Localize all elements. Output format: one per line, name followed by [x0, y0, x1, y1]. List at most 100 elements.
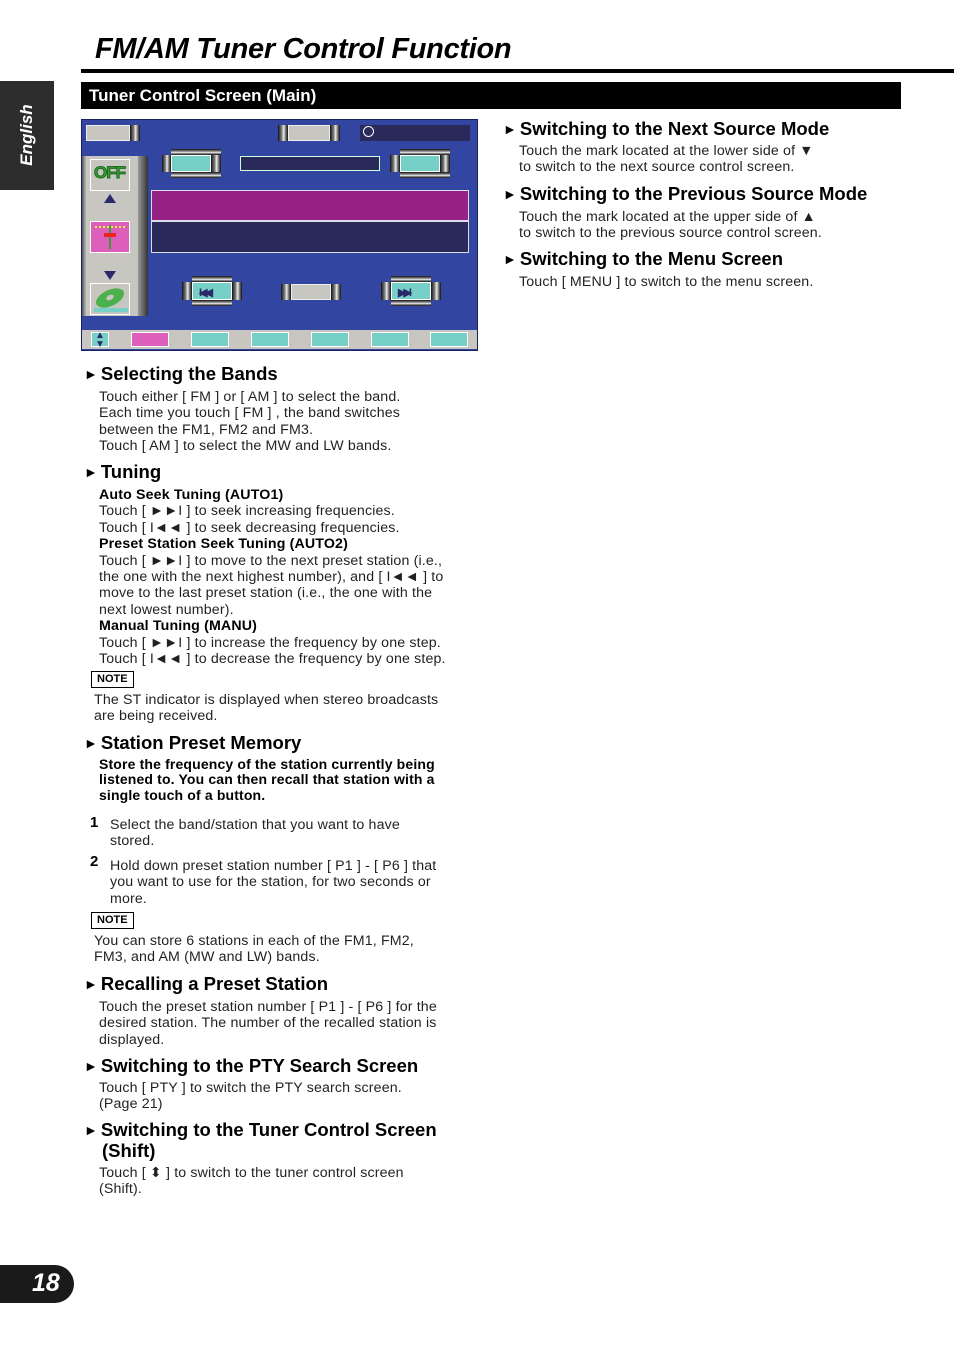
top-left-button[interactable]	[86, 125, 130, 141]
bullet-arrow-icon: ►	[503, 251, 517, 267]
pty-button[interactable]	[291, 284, 331, 300]
body-tuner-shift: Touch [ ⬍ ] to switch to the tuner contr…	[99, 1165, 404, 1198]
text-line: Touch [ I◄◄ ] to seek decreasing frequen…	[99, 519, 400, 536]
heading-text: Switching to the Previous Source Mode	[519, 183, 868, 204]
button-bezel	[400, 172, 450, 178]
text-line: Touch the mark located at the lower side…	[519, 143, 814, 159]
heading-text: Switching to the Next Source Mode	[519, 118, 830, 139]
up-arrow-icon[interactable]	[104, 194, 116, 203]
shift-icon: ▲ ▼	[95, 330, 105, 350]
text-line: the one with the next highest number), a…	[99, 569, 444, 586]
shift-button[interactable]: ▲ ▼	[91, 330, 109, 350]
text-line: to switch to the previous source control…	[519, 225, 822, 242]
heading-previous-source: ► Switching to the Previous Source Mode	[503, 183, 867, 205]
preset-button-p2[interactable]	[191, 332, 229, 347]
antenna-base	[104, 233, 116, 237]
button-bezel	[211, 155, 221, 172]
menu-button[interactable]	[288, 125, 330, 141]
preset-button-p3[interactable]	[251, 332, 289, 347]
text-line: Touch either [ FM ] or [ AM ] to select …	[99, 389, 401, 405]
heading-text: Station Preset Memory	[100, 732, 302, 753]
text-line: displayed.	[99, 1031, 165, 1048]
preset-button-p4[interactable]	[311, 332, 349, 347]
button-bezel	[431, 282, 441, 300]
station-info-display	[151, 221, 469, 253]
subheading-auto1: Auto Seek Tuning (AUTO1)	[99, 487, 284, 503]
button-bezel	[440, 155, 450, 172]
body-next-source: Touch the mark located at the lower side…	[519, 143, 813, 176]
seek-back-icon: I◀◀	[199, 287, 213, 299]
tuner-antenna-icon[interactable]	[90, 221, 130, 253]
seek-forward-button[interactable]: ▶▶I	[391, 282, 431, 300]
button-bezel	[281, 284, 291, 300]
side-panel-edge	[138, 156, 148, 316]
fm-button[interactable]	[171, 155, 211, 172]
tuner-screen-illustration: OFF I◀◀ ▶▶I ▲ ▼	[81, 119, 478, 351]
text-line: Select the band/station that you want to…	[110, 817, 400, 833]
heading-menu-screen: ► Switching to the Menu Screen	[503, 248, 783, 270]
disc-icon[interactable]	[90, 283, 130, 315]
bullet-arrow-icon: ►	[84, 464, 98, 480]
bullet-arrow-icon: ►	[84, 976, 98, 992]
bullet-arrow-icon: ►	[84, 366, 98, 382]
clock-icon	[363, 126, 374, 137]
heading-text: (Shift)	[102, 1140, 156, 1161]
band-display	[240, 156, 380, 171]
bullet-arrow-icon: ►	[503, 121, 517, 137]
text-line: Each time you touch [ FM ] , the band sw…	[99, 405, 401, 422]
intro-station-preset-memory: Store the frequency of the station curre…	[99, 756, 435, 803]
text-line: Touch [ AM ] to select the MW and LW ban…	[99, 438, 392, 455]
text-line: The ST indicator is displayed when stere…	[94, 692, 439, 708]
heading-recalling-preset: ► Recalling a Preset Station	[84, 973, 328, 995]
heading-text: Tuning	[100, 461, 162, 482]
body-pty-search: Touch [ PTY ] to switch the PTY search s…	[99, 1080, 402, 1113]
text-line: desired station. The number of the recal…	[99, 1015, 437, 1032]
heading-pty-search: ► Switching to the PTY Search Screen	[84, 1055, 418, 1077]
preset-button-p6[interactable]	[430, 332, 468, 347]
off-button[interactable]: OFF	[90, 159, 130, 191]
text-line: single touch of a button.	[99, 786, 266, 803]
bullet-arrow-icon: ►	[503, 186, 517, 202]
down-arrow-icon[interactable]	[104, 271, 116, 280]
text-line: listened to. You can then recall that st…	[99, 771, 435, 788]
bullet-arrow-icon: ►	[84, 735, 98, 751]
language-tab: English	[0, 81, 54, 190]
heading-tuning: ► Tuning	[84, 461, 161, 483]
button-bezel	[391, 300, 431, 306]
text-line: move to the last preset station (i.e., t…	[99, 585, 433, 602]
note-preset-memory: You can store 6 stations in each of the …	[94, 933, 414, 966]
button-bezel	[182, 282, 192, 300]
body-previous-source: Touch the mark located at the upper side…	[519, 209, 822, 242]
am-button[interactable]	[400, 155, 440, 172]
note-tuning: The ST indicator is displayed when stere…	[94, 692, 438, 725]
section-title: Tuner Control Screen (Main)	[89, 86, 317, 105]
text-line: Hold down preset station number [ P1 ] -…	[110, 858, 437, 874]
text-line: Touch [ I◄◄ ] to decrease the frequency …	[99, 651, 446, 668]
button-bezel	[192, 300, 232, 306]
text-line: Touch [ ►►I ] to move to the next preset…	[99, 552, 443, 569]
disc-shadow	[94, 308, 128, 312]
text-line: Touch the preset station number [ P1 ] -…	[99, 999, 437, 1015]
text-line: to switch to the next source control scr…	[519, 159, 795, 176]
text-line: (Shift).	[99, 1181, 142, 1198]
note-badge: NOTE	[91, 912, 134, 929]
body-recalling-preset: Touch the preset station number [ P1 ] -…	[99, 999, 437, 1048]
button-bezel	[381, 282, 391, 300]
step-1-text: Select the band/station that you want to…	[110, 817, 400, 850]
step-number: 1	[90, 814, 99, 831]
text-line: Touch [ ⬍ ] to switch to the tuner contr…	[99, 1165, 404, 1181]
text-line: Touch [ ►►I ] to increase the frequency …	[99, 634, 441, 651]
text-line: FM3, and AM (MW and LW) bands.	[94, 949, 320, 966]
preset-button-p1[interactable]	[131, 332, 169, 347]
seek-back-button[interactable]: I◀◀	[192, 282, 232, 300]
clock-display	[360, 125, 470, 141]
heading-selecting-bands: ► Selecting the Bands	[84, 363, 278, 385]
page-number-tab: 18	[0, 1265, 74, 1303]
preset-button-p5[interactable]	[371, 332, 409, 347]
seek-forward-icon: ▶▶I	[398, 287, 412, 299]
bullet-arrow-icon: ►	[84, 1122, 98, 1138]
button-bezel	[330, 125, 340, 141]
note-badge: NOTE	[91, 671, 134, 688]
text-line: stored.	[110, 833, 155, 850]
title-rule	[81, 69, 954, 73]
